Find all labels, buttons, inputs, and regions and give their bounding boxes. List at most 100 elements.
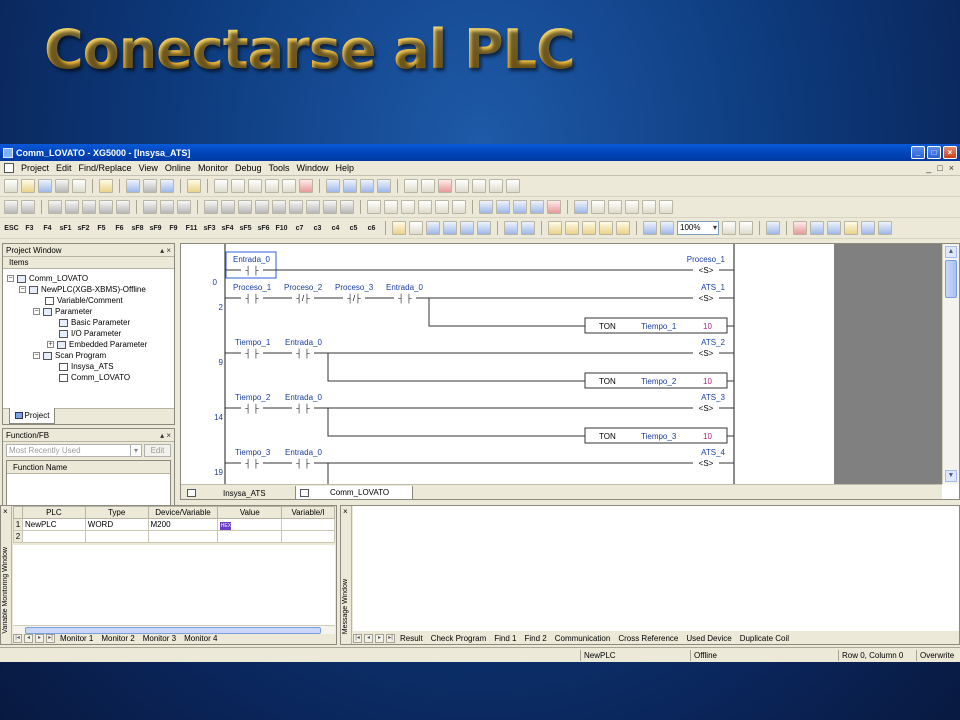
brush-icon[interactable]	[739, 221, 753, 235]
f5-key-button[interactable]: F5	[94, 225, 109, 232]
variable-monitor-icon[interactable]	[496, 200, 510, 214]
timer-icon[interactable]	[323, 200, 337, 214]
mdi-close-button[interactable]: ×	[949, 163, 954, 173]
network-icon[interactable]	[306, 200, 320, 214]
plc-cell[interactable]: NewPLC	[21, 518, 86, 531]
menu-find-replace[interactable]: Find/Replace	[79, 163, 132, 173]
paste-icon[interactable]	[282, 179, 296, 193]
f6-key-button[interactable]: F6	[112, 225, 127, 232]
delete-line-icon[interactable]	[343, 179, 357, 193]
sf9-key-button[interactable]: sF9	[148, 225, 163, 232]
f11-key-button[interactable]: F11	[184, 225, 199, 232]
download-icon[interactable]	[160, 179, 174, 193]
minimize-button[interactable]: _	[911, 146, 925, 159]
variable-cell[interactable]	[281, 518, 335, 531]
sf6-key-button[interactable]: sF6	[256, 225, 271, 232]
variable-cell[interactable]	[281, 530, 335, 543]
page-2-icon[interactable]	[565, 221, 579, 235]
menu-edit[interactable]: Edit	[56, 163, 72, 173]
tree-scan-program[interactable]: − Scan Program	[33, 351, 106, 360]
copy-icon[interactable]	[265, 179, 279, 193]
next-tab-icon[interactable]: ▸	[35, 633, 44, 643]
f9-key-button[interactable]: F9	[166, 225, 181, 232]
c5-key-button[interactable]: c5	[346, 225, 361, 232]
circle-4-icon[interactable]	[878, 221, 892, 235]
line-icon[interactable]	[435, 200, 449, 214]
layout-2-icon[interactable]	[409, 221, 423, 235]
new-file-icon[interactable]	[4, 179, 18, 193]
disconnect-icon[interactable]	[21, 200, 35, 214]
save-icon[interactable]	[38, 179, 52, 193]
undo-icon[interactable]	[214, 179, 228, 193]
tree-basic-parameter[interactable]: Basic Parameter	[59, 318, 130, 327]
message-window-icon[interactable]	[513, 200, 527, 214]
delete-icon[interactable]	[299, 179, 313, 193]
zoom-out-icon[interactable]	[660, 221, 674, 235]
trend-icon[interactable]	[255, 200, 269, 214]
project-icon[interactable]	[99, 179, 113, 193]
tab-find-1[interactable]: Find 1	[491, 634, 519, 643]
tab-duplicate-coil[interactable]: Duplicate Coil	[737, 634, 792, 643]
tab-monitor-3[interactable]: Monitor 3	[140, 634, 179, 643]
system-diagnosis-icon[interactable]	[289, 200, 303, 214]
bracket-icon[interactable]	[367, 200, 381, 214]
tab-monitor-1[interactable]: Monitor 1	[57, 634, 96, 643]
menu-project[interactable]: Project	[21, 163, 49, 173]
people-icon[interactable]	[844, 221, 858, 235]
column-header[interactable]: Variable/I	[281, 506, 335, 519]
note-icon[interactable]	[793, 221, 807, 235]
column-header[interactable]: Value	[217, 506, 283, 519]
tree-program-insysa-ats[interactable]: Insysa_ATS	[59, 362, 114, 371]
scroll-thumb[interactable]	[945, 260, 957, 298]
collapse-icon[interactable]: −	[19, 286, 26, 293]
view-variable-icon[interactable]	[443, 221, 457, 235]
view-device-icon[interactable]	[426, 221, 440, 235]
value-cell[interactable]	[217, 530, 283, 543]
page-1-icon[interactable]	[548, 221, 562, 235]
type-cell[interactable]: WORD	[84, 518, 149, 531]
tab-insysa-ats[interactable]: Insysa_ATS	[183, 486, 295, 499]
view-fb-icon[interactable]	[477, 221, 491, 235]
force-io-icon[interactable]	[238, 200, 252, 214]
column-header[interactable]: PLC	[21, 506, 86, 519]
monitor-start-icon[interactable]	[204, 200, 218, 214]
page-5-icon[interactable]	[616, 221, 630, 235]
tab-project[interactable]: Project	[9, 408, 55, 424]
table-row[interactable]: 1 NewPLC WORD M200 HEX	[13, 518, 335, 531]
sf4-key-button[interactable]: sF4	[220, 225, 235, 232]
project-window-icon[interactable]	[479, 200, 493, 214]
screen-icon[interactable]	[766, 221, 780, 235]
preview-icon[interactable]	[72, 179, 86, 193]
device-cell[interactable]: M200	[147, 518, 219, 531]
f5-contact-icon[interactable]	[591, 200, 605, 214]
close-icon[interactable]: ×	[3, 507, 8, 516]
ladder-diagram[interactable]: 0 2 9 14 19 Entrada_0 ┤ ├ Proceso_1 <S>	[181, 244, 834, 484]
mdi-minimize-button[interactable]: _	[926, 163, 931, 173]
function-icon[interactable]	[418, 200, 432, 214]
esc-key-button[interactable]: ESC	[4, 225, 19, 232]
plc-cell[interactable]	[21, 530, 86, 543]
collapse-icon[interactable]: −	[33, 352, 40, 359]
panel-controls[interactable]: ▴ ×	[160, 431, 171, 440]
f3-key-button[interactable]: F3	[22, 225, 37, 232]
run-icon[interactable]	[48, 200, 62, 214]
menu-online[interactable]: Online	[165, 163, 191, 173]
sf1-key-button[interactable]: sF1	[58, 225, 73, 232]
sf3-key-button[interactable]: sF3	[202, 225, 217, 232]
c6-key-button[interactable]: c6	[364, 225, 379, 232]
print-icon[interactable]	[55, 179, 69, 193]
select-cursor-icon[interactable]	[574, 200, 588, 214]
f9-line-icon[interactable]	[659, 200, 673, 214]
next-tab-icon[interactable]: ▸	[375, 633, 384, 643]
panel-controls[interactable]: ▴ ×	[160, 246, 171, 255]
compile-icon[interactable]	[126, 179, 140, 193]
compare-icon[interactable]	[177, 200, 191, 214]
close-button[interactable]: ×	[943, 146, 957, 159]
tree-embedded-parameter[interactable]: + Embedded Parameter	[47, 340, 147, 349]
contact-icon[interactable]	[384, 200, 398, 214]
view-comment-icon[interactable]	[460, 221, 474, 235]
tab-used-device[interactable]: Used Device	[683, 634, 734, 643]
function-block-icon[interactable]	[547, 200, 561, 214]
collapse-icon[interactable]: −	[7, 275, 14, 282]
zoom-select[interactable]: 100%	[677, 221, 719, 235]
